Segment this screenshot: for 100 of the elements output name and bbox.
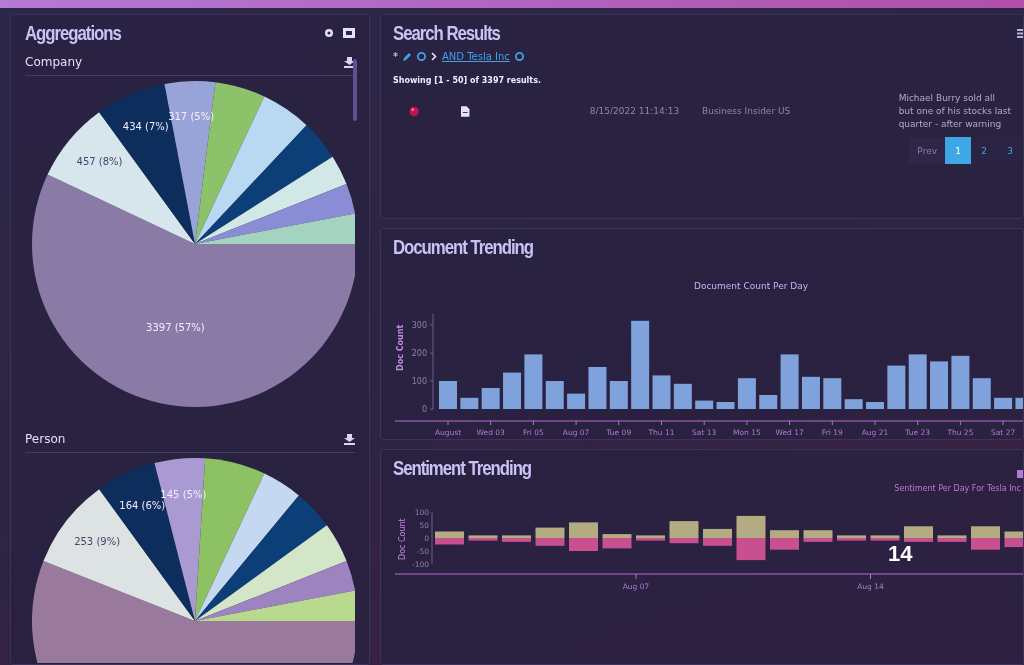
- negative-bar: [971, 538, 1000, 550]
- scrollbar[interactable]: [353, 59, 357, 121]
- bar: [503, 372, 522, 409]
- bar: [481, 388, 500, 409]
- slice-label: 164 (6%): [119, 499, 166, 511]
- positive-bar: [1004, 531, 1023, 538]
- negative-bar: [1004, 538, 1023, 548]
- negative-bar: [468, 538, 498, 541]
- bar: [652, 375, 671, 409]
- bar: [759, 395, 778, 409]
- bar: [951, 355, 970, 409]
- slice-label: 457 (8%): [76, 156, 123, 168]
- slice-label: 253 (9%): [74, 536, 121, 548]
- section-title: Person: [25, 432, 66, 446]
- remove-icon[interactable]: [417, 52, 426, 61]
- remove-icon[interactable]: [514, 52, 524, 61]
- negative-bar: [602, 538, 632, 549]
- sentiment-dot-icon: [409, 105, 420, 117]
- panel-title: Document Trending: [393, 235, 534, 259]
- bar: [460, 397, 479, 409]
- bar: [673, 383, 692, 409]
- page-button[interactable]: 1: [945, 137, 971, 164]
- negative-bar: [870, 538, 900, 541]
- tick-label: 0: [421, 405, 427, 414]
- bar: [1015, 397, 1023, 409]
- positive-bar: [971, 526, 1000, 538]
- negative-bar: [904, 538, 933, 542]
- bar: [695, 400, 714, 409]
- positive-bar: [602, 534, 632, 538]
- bar: [780, 354, 799, 409]
- positive-bar: [502, 535, 531, 538]
- bar: [716, 402, 735, 409]
- negative-bar: [803, 538, 833, 542]
- positive-bar: [703, 528, 732, 538]
- positive-bar: [669, 521, 699, 538]
- negative-bar: [569, 538, 598, 551]
- chevron-icon: [431, 52, 437, 61]
- bar: [545, 381, 564, 409]
- positive-bar: [535, 527, 565, 538]
- result-snippet: quarter - after warning: [898, 119, 1003, 129]
- bar: [823, 378, 842, 409]
- result-date: 8/15/2022 11:14:13: [589, 106, 681, 116]
- negative-bar: [435, 538, 464, 545]
- positive-bar: [435, 531, 464, 538]
- tick-label: 300: [411, 321, 427, 330]
- positive-bar: [937, 535, 967, 538]
- slice-label: 434 (7%): [122, 121, 169, 133]
- menu-icon[interactable]: [1017, 29, 1023, 38]
- bar: [737, 378, 756, 409]
- bar: [866, 402, 884, 409]
- section-title: Company: [25, 55, 83, 69]
- panel-title: Aggregations: [25, 21, 121, 45]
- bar: [844, 399, 863, 409]
- chart-title: Sentiment Per Day For Tesla Inc: [894, 484, 1021, 493]
- negative-bar: [837, 538, 866, 541]
- bar: [609, 381, 628, 409]
- negative-bar: [770, 538, 799, 550]
- tick-label: 200: [411, 349, 427, 358]
- negative-bar: [736, 538, 766, 561]
- result-snippet: Michael Burry sold all: [898, 93, 997, 103]
- axis-label: Doc Count: [398, 518, 407, 560]
- positive-bar: [870, 535, 900, 538]
- query-link[interactable]: AND Tesla Inc: [442, 51, 510, 62]
- bar: [887, 365, 906, 409]
- positive-bar: [803, 530, 833, 538]
- pencil-icon[interactable]: [403, 52, 412, 61]
- negative-bar: [703, 538, 732, 546]
- page-number: 14: [888, 541, 913, 567]
- download-icon[interactable]: [344, 56, 355, 68]
- chart-title: Document Count Per Day: [693, 281, 809, 291]
- bar: [930, 361, 949, 409]
- negative-bar: [502, 538, 531, 542]
- positive-bar: [569, 522, 598, 538]
- bar: [908, 354, 927, 409]
- y-axis: [431, 511, 433, 565]
- document-icon[interactable]: [461, 105, 470, 117]
- negative-bar: [937, 538, 967, 542]
- positive-bar: [636, 535, 665, 538]
- negative-bar: [669, 538, 699, 544]
- bar: [439, 381, 457, 409]
- negative-bar: [535, 538, 565, 546]
- results-summary: Showing [1 - 50] of 3397 results.: [393, 76, 542, 85]
- bar: [588, 367, 607, 409]
- positive-bar: [468, 535, 498, 538]
- axis-label: Doc Count: [396, 324, 405, 371]
- result-source: Business Insider US: [702, 106, 792, 116]
- bar: [524, 354, 543, 409]
- panel-title: Search Results: [393, 21, 500, 45]
- breadcrumb-root[interactable]: *: [393, 51, 398, 62]
- bar: [801, 376, 820, 409]
- result-snippet: but one of his stocks last: [898, 106, 1011, 116]
- window-icon[interactable]: [343, 28, 355, 38]
- bar: [994, 397, 1013, 409]
- bar: [567, 393, 586, 409]
- positive-bar: [904, 526, 933, 538]
- bar: [972, 378, 991, 409]
- download-icon[interactable]: [344, 433, 355, 445]
- tick-label: 100: [411, 377, 427, 386]
- positive-bar: [837, 535, 866, 538]
- settings-icon[interactable]: [324, 28, 334, 38]
